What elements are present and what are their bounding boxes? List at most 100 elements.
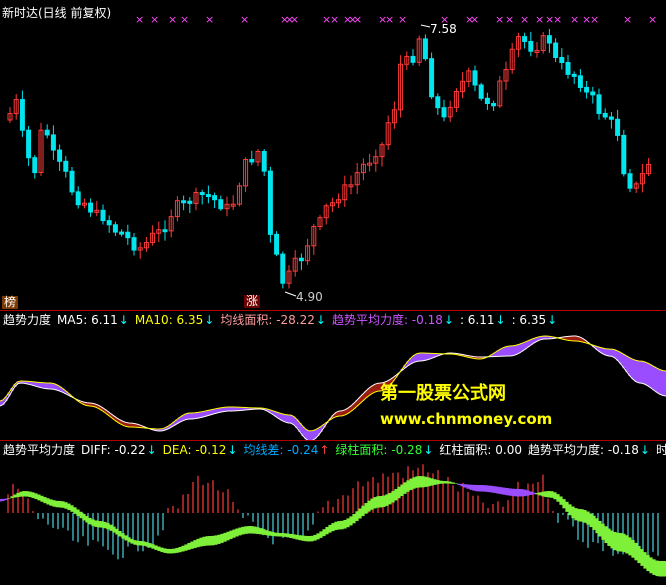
marker-symbol: × [135, 13, 144, 26]
candle-body [267, 170, 273, 235]
marker-symbol: × [330, 13, 339, 26]
trend-strength-chart [0, 335, 666, 440]
trend-strength-panel[interactable]: 趋势力度 MA5: 6.11↓ MA10: 6.35↓ 均线面积: -28.22↓ 趋势… [0, 311, 666, 440]
legend-item: 均线差: -0.24 [243, 443, 319, 457]
marker-symbol: × [150, 13, 159, 26]
price-panel[interactable]: × × × × × × × × × × × × × × × × × × × × × × × × × × × × × × × 新时达(日线 前… [0, 0, 666, 310]
legend-item: MA10: 6.35 [134, 313, 204, 327]
marker-symbol: × [353, 13, 362, 26]
marker-symbol: × [570, 13, 579, 26]
candle-body [274, 233, 280, 255]
candle-body [261, 151, 267, 172]
candle-body [212, 195, 218, 201]
candle-body [280, 253, 286, 284]
arrow-down-icon: ↓ [443, 313, 454, 327]
avg-trend-panel[interactable]: 趋势平均力度 DIFF: -0.22↓ DEA: -0.12↓ 均线差: -0.24↑… [0, 441, 666, 585]
candle-body [472, 70, 478, 86]
candle-body [125, 231, 131, 239]
candle-body [602, 112, 608, 118]
marker-symbol: × [495, 13, 504, 26]
candle-body [218, 199, 224, 210]
arrow-down-icon: ↓ [423, 443, 434, 457]
low-price-label: 4.90 [296, 290, 323, 304]
candle-body [75, 191, 81, 206]
legend-item: 均线面积: -28.22 [220, 313, 315, 327]
candle-body [478, 84, 484, 99]
candle-body [100, 209, 106, 222]
candle-body [422, 38, 428, 60]
legend-item: MA5: 6.11 [57, 313, 118, 327]
legend-item: DIFF: -0.22 [81, 443, 146, 457]
marker-symbol: × [240, 13, 249, 26]
ma5-line [0, 335, 666, 440]
marker-symbol: × [648, 13, 657, 26]
candle-body [298, 257, 304, 262]
high-pointer-line [420, 24, 431, 28]
candle-body [522, 36, 528, 42]
candle-body [32, 157, 38, 174]
legend-item: DEA: -0.12 [162, 443, 227, 457]
marker-symbol: × [398, 13, 407, 26]
candle-body [577, 75, 583, 88]
legend-item: : 6.35 [511, 313, 547, 327]
badge-left: 榜 [2, 295, 19, 309]
candle-body [106, 220, 112, 226]
candle-body [119, 231, 125, 235]
candle-body [596, 94, 602, 114]
low-pointer-line [284, 291, 297, 297]
marker-symbol: × [553, 13, 562, 26]
candle-body [441, 107, 447, 118]
marker-symbol: × [520, 13, 529, 26]
candle-body [435, 96, 441, 109]
marker-symbol: × [168, 13, 177, 26]
watermark-title: 第一股票公式网 [380, 383, 506, 404]
candle-body [199, 191, 205, 196]
candle-body [410, 55, 416, 63]
legend-item: 趋势平均力度: -0.18 [527, 443, 639, 457]
candle-body [627, 173, 633, 189]
legend-item: 红柱面积: 0.00 [439, 443, 522, 457]
high-price-label: 7.58 [430, 22, 457, 36]
candle-body [565, 62, 571, 75]
candle-body [571, 73, 577, 77]
arrow-down-icon: ↓ [118, 313, 129, 327]
legend-item: 趋势力度 [3, 313, 52, 327]
avg-trend-legend: 趋势平均力度 DIFF: -0.22↓ DEA: -0.12↓ 均线差: -0.24↑… [3, 443, 666, 457]
candle-body [57, 149, 63, 162]
watermark-url: www.chnmoney.com [380, 410, 553, 428]
arrow-down-icon: ↓ [315, 313, 326, 327]
candle-body [205, 194, 211, 198]
candle-body [584, 86, 590, 93]
candle-body [44, 129, 50, 136]
candlestick-chart: × × × × × × ××× ×× ××× ×× × × ×× × × × × ×× × ×× × × [7, 13, 657, 297]
marker-symbol: × [290, 13, 299, 26]
legend-item: 趋势平均力度: -0.18 [331, 313, 443, 327]
marker-symbol: × [385, 13, 394, 26]
candle-body [69, 170, 75, 193]
candle-body [491, 103, 497, 107]
legend-item: 绿柱面积: -0.28 [335, 443, 423, 457]
candle-body [112, 224, 118, 233]
marker-symbol: × [623, 13, 632, 26]
arrow-down-icon: ↓ [547, 313, 558, 327]
candle-body [429, 58, 435, 98]
arrow-down-icon: ↓ [204, 313, 215, 327]
badge-mid: 涨 [244, 294, 261, 308]
candle-body [553, 42, 559, 58]
candle-body [181, 200, 187, 204]
arrow-down-icon: ↓ [639, 443, 650, 457]
marker-symbol: × [205, 13, 214, 26]
candle-body [615, 118, 621, 136]
marker-symbol: × [590, 13, 599, 26]
candle-body [63, 160, 69, 172]
candle-body [249, 159, 255, 163]
candle-body [162, 229, 168, 233]
marker-symbol: × [505, 13, 514, 26]
candle-body [621, 134, 627, 175]
candle-body [131, 237, 137, 251]
candle-body [187, 200, 193, 204]
candle-body [484, 97, 490, 105]
marker-symbol: × [470, 13, 479, 26]
candle-body [88, 202, 94, 213]
marker-symbol: × [535, 13, 544, 26]
